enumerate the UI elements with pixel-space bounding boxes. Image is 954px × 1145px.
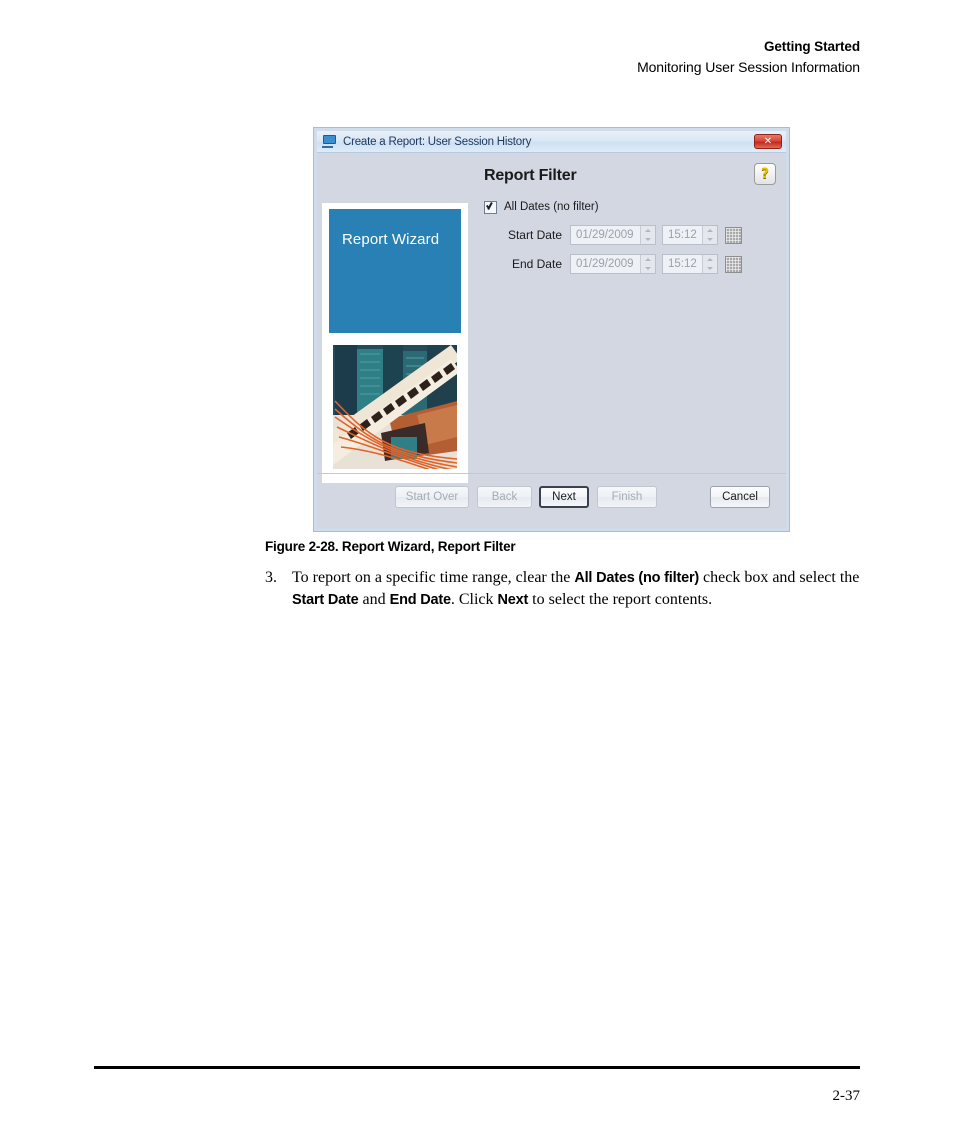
report-wizard-dialog: Create a Report: User Session History ✕ … [313,127,790,532]
back-button[interactable]: Back [477,486,532,508]
spinner-down-icon[interactable] [703,235,717,244]
page-header-subtitle: Monitoring User Session Information [637,59,860,75]
page-number: 2-37 [832,1088,861,1104]
finish-button[interactable]: Finish [597,486,657,508]
wizard-photo [329,341,461,477]
start-date-row: Start Date 01/29/2009 15:12 [484,225,776,245]
footer-rule [94,1066,860,1069]
list-item-number: 3. [265,569,277,586]
spinner-up-icon[interactable] [641,255,655,264]
all-dates-checkbox[interactable] [484,200,497,214]
spinner-down-icon[interactable] [703,264,717,273]
calendar-icon[interactable] [725,255,742,273]
dialog-titlebar: Create a Report: User Session History ✕ [317,131,786,153]
page-header-title: Getting Started [763,39,860,54]
spinner-up-icon[interactable] [703,226,717,235]
page-header: Getting Started Monitoring User Session … [637,38,860,77]
end-date-row: End Date 01/29/2009 15:12 [484,254,776,274]
report-filter-form: All Dates (no filter) Start Date 01/29/2… [484,198,776,274]
figure-caption: Figure 2-28. Report Wizard, Report Filte… [265,539,516,554]
start-time-spinner[interactable] [702,226,717,244]
dialog-content-area: Report Filter ? Report Wizard All Dates … [317,153,786,483]
list-item: 3. To report on a specific time range, c… [265,567,860,611]
list-item-text: To report on a specific time range, clea… [292,569,860,608]
end-date-spinner[interactable] [640,255,655,273]
check-icon [487,201,495,210]
start-date-label: Start Date [507,228,562,242]
all-dates-label: All Dates (no filter) [504,201,599,213]
end-time-value: 15:12 [663,255,702,273]
monitor-icon [322,134,338,149]
help-icon[interactable]: ? [754,163,776,185]
page-title: Report Filter [484,167,577,184]
spinner-down-icon[interactable] [641,235,655,244]
end-date-value: 01/29/2009 [571,255,640,273]
start-date-input[interactable]: 01/29/2009 [570,225,656,245]
end-date-input[interactable]: 01/29/2009 [570,254,656,274]
end-time-input[interactable]: 15:12 [662,254,718,274]
wizard-sidebar: Report Wizard [322,203,468,483]
start-date-spinner[interactable] [640,226,655,244]
end-date-label: End Date [511,257,562,271]
end-time-spinner[interactable] [702,255,717,273]
next-button[interactable]: Next [539,486,589,508]
start-time-value: 15:12 [663,226,702,244]
spinner-up-icon[interactable] [703,255,717,264]
dialog-button-bar: Start Over Back Next Finish Cancel [317,473,786,528]
spinner-down-icon[interactable] [641,264,655,273]
all-dates-row[interactable]: All Dates (no filter) [484,198,776,216]
calendar-icon[interactable] [725,226,742,244]
cancel-button[interactable]: Cancel [710,486,770,508]
close-icon[interactable]: ✕ [754,134,782,149]
dialog-body: Report Filter ? Report Wizard All Dates … [317,153,786,528]
wizard-banner-label: Report Wizard [342,231,440,248]
start-over-button[interactable]: Start Over [395,486,469,508]
wizard-banner: Report Wizard [329,209,461,333]
start-date-value: 01/29/2009 [571,226,640,244]
start-time-input[interactable]: 15:12 [662,225,718,245]
spinner-up-icon[interactable] [641,226,655,235]
dialog-title: Create a Report: User Session History [343,135,532,148]
